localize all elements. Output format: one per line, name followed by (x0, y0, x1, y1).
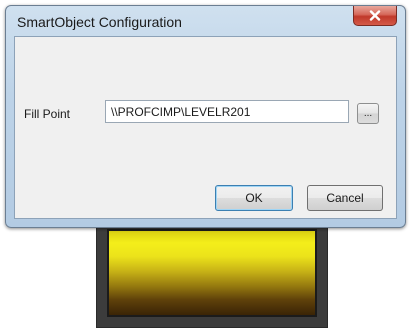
fill-point-label: Fill Point (24, 107, 71, 121)
title-bar[interactable]: SmartObject Configuration (6, 6, 405, 38)
ok-button[interactable]: OK (215, 185, 293, 211)
tank-level-fill (107, 229, 317, 317)
smartobject-config-dialog: SmartObject Configuration Fill Point ...… (5, 5, 406, 228)
tank-graphic (96, 218, 328, 328)
screen: SmartObject Configuration Fill Point ...… (0, 0, 418, 330)
close-icon (369, 10, 381, 21)
browse-button[interactable]: ... (357, 103, 379, 124)
dialog-client-area: Fill Point ... OK Cancel (14, 36, 397, 219)
close-button[interactable] (353, 6, 397, 26)
cancel-button[interactable]: Cancel (307, 185, 383, 211)
window-title: SmartObject Configuration (17, 14, 182, 30)
fill-point-input[interactable] (105, 100, 349, 123)
